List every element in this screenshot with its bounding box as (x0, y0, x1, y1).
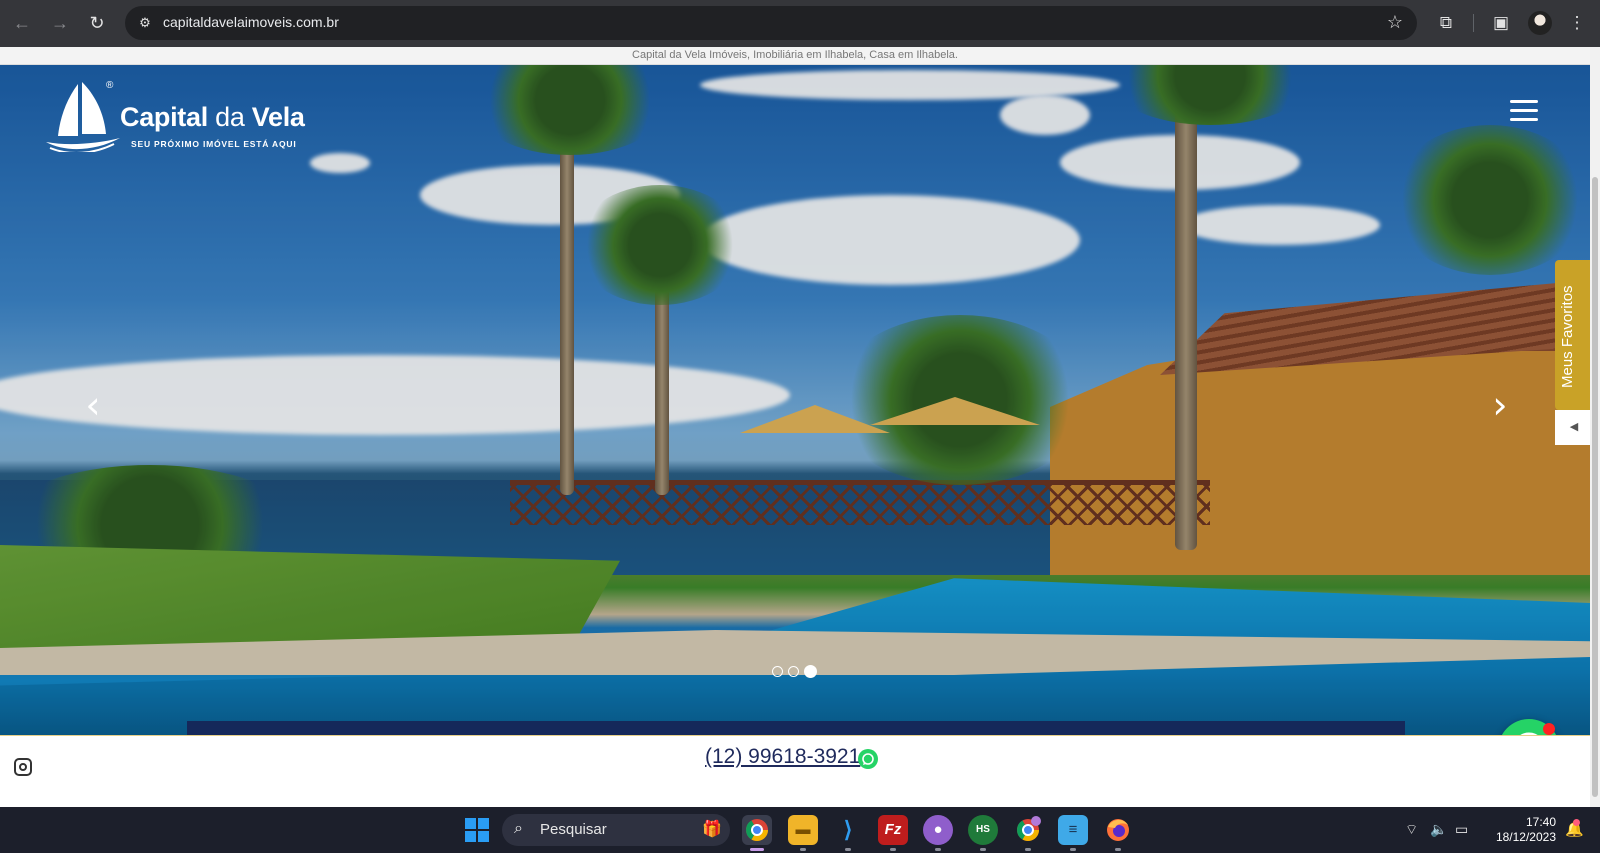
file-explorer-icon[interactable]: ▬ (788, 815, 818, 845)
search-highlight-icon: 🎁 (702, 821, 722, 838)
search-icon: ⌕ (514, 820, 523, 837)
app-indicator (890, 848, 896, 851)
logo-tagline: SEU PRÓXIMO IMÓVEL ESTÁ AQUI (131, 139, 297, 149)
contact-strip: (12) 99618-3921 (0, 735, 1590, 807)
registered-mark: ® (106, 80, 114, 91)
carousel-indicators (772, 665, 822, 679)
chrome-profile-icon[interactable] (1013, 815, 1043, 845)
address-bar[interactable]: ⚙ capitaldavelaimoveis.com.br ☆ (125, 6, 1417, 40)
active-app-indicator (750, 848, 764, 851)
whatsapp-small-icon[interactable] (858, 749, 878, 769)
carousel-dot-1[interactable] (772, 666, 783, 677)
logo-word-vela: Vela (251, 102, 305, 132)
app-indicator (1070, 848, 1076, 851)
volume-icon[interactable]: 🔈 (1430, 821, 1447, 838)
side-panel-icon[interactable]: ▣ (1489, 10, 1513, 36)
taskbar-clock[interactable]: 17:40 18/12/2023 (1488, 815, 1556, 845)
app-indicator (935, 848, 941, 851)
firefox-icon[interactable] (1103, 815, 1133, 845)
hero-carousel[interactable]: ® Capital da Vela SEU PRÓXIMO IMÓVEL EST… (0, 65, 1590, 735)
site-logo[interactable]: ® Capital da Vela SEU PRÓXIMO IMÓVEL EST… (44, 80, 314, 160)
forward-icon[interactable]: → (47, 10, 73, 36)
back-icon[interactable]: ← (9, 10, 35, 36)
app-indicator (1115, 848, 1121, 851)
profile-avatar[interactable] (1528, 11, 1552, 35)
wifi-icon[interactable]: ⌔ (1405, 821, 1418, 839)
filezilla-icon[interactable]: Fz (878, 815, 908, 845)
web-page: Capital da Vela Imóveis, Imobiliária em … (0, 47, 1590, 807)
logo-wordmark: Capital da Vela (120, 102, 305, 133)
notepad-icon[interactable]: ≡ (1058, 815, 1088, 845)
vscode-icon[interactable]: ⟩ (833, 815, 863, 845)
menu-hamburger-icon[interactable] (1510, 100, 1538, 122)
logo-word-da: da (207, 102, 252, 132)
site-info-icon[interactable]: ⚙ (135, 13, 155, 33)
battery-icon[interactable]: ▭ (1455, 821, 1468, 838)
carousel-next-arrow[interactable]: › (1485, 385, 1515, 425)
browser-toolbar: ← → ↻ ⚙ capitaldavelaimoveis.com.br ☆ ⧉ … (0, 0, 1600, 47)
page-scrollbar[interactable] (1590, 47, 1600, 807)
app-indicator (980, 848, 986, 851)
instagram-icon[interactable] (14, 758, 32, 776)
carousel-dot-2[interactable] (788, 666, 799, 677)
hs-app-icon[interactable]: HS (968, 815, 998, 845)
hero-overlay (0, 65, 1590, 735)
logo-word-capital: Capital (120, 102, 208, 132)
url-text[interactable]: capitaldavelaimoveis.com.br (163, 14, 339, 30)
app-indicator (845, 848, 851, 851)
clock-date: 18/12/2023 (1495, 830, 1556, 844)
notification-dot (1573, 819, 1580, 826)
reload-icon[interactable]: ↻ (84, 10, 110, 36)
chrome-app-icon[interactable] (742, 815, 772, 845)
bookmark-star-icon[interactable]: ☆ (1387, 12, 1403, 33)
extensions-icon[interactable]: ⧉ (1434, 10, 1458, 36)
search-label: Pesquisar (540, 821, 607, 838)
app-indicator (1025, 848, 1031, 851)
github-desktop-icon[interactable]: ● (923, 815, 953, 845)
carousel-prev-arrow[interactable]: ‹ (78, 385, 108, 425)
windows-start-icon[interactable] (465, 818, 489, 842)
scrollbar-thumb[interactable] (1592, 177, 1598, 797)
toolbar-divider (1473, 14, 1474, 32)
site-top-text: Capital da Vela Imóveis, Imobiliária em … (0, 47, 1590, 65)
phone-link[interactable]: (12) 99618-3921 (705, 745, 860, 769)
taskbar-search[interactable]: ⌕ Pesquisar 🎁 (502, 814, 730, 846)
favorites-toggle-icon[interactable]: ◀ (1555, 410, 1590, 445)
windows-taskbar: ⌕ Pesquisar 🎁 ▬ ⟩ Fz ● HS ≡ ⌔ 🔈 ▭ 17:40 … (0, 807, 1600, 853)
menu-kebab-icon[interactable]: ⋮ (1565, 10, 1589, 36)
carousel-dot-3[interactable] (804, 665, 817, 678)
navy-band (187, 721, 1405, 735)
clock-time: 17:40 (1525, 815, 1556, 829)
app-indicator (800, 848, 806, 851)
favorites-label[interactable]: Meus Favoritos (1559, 258, 1576, 388)
notification-badge (1543, 723, 1555, 735)
